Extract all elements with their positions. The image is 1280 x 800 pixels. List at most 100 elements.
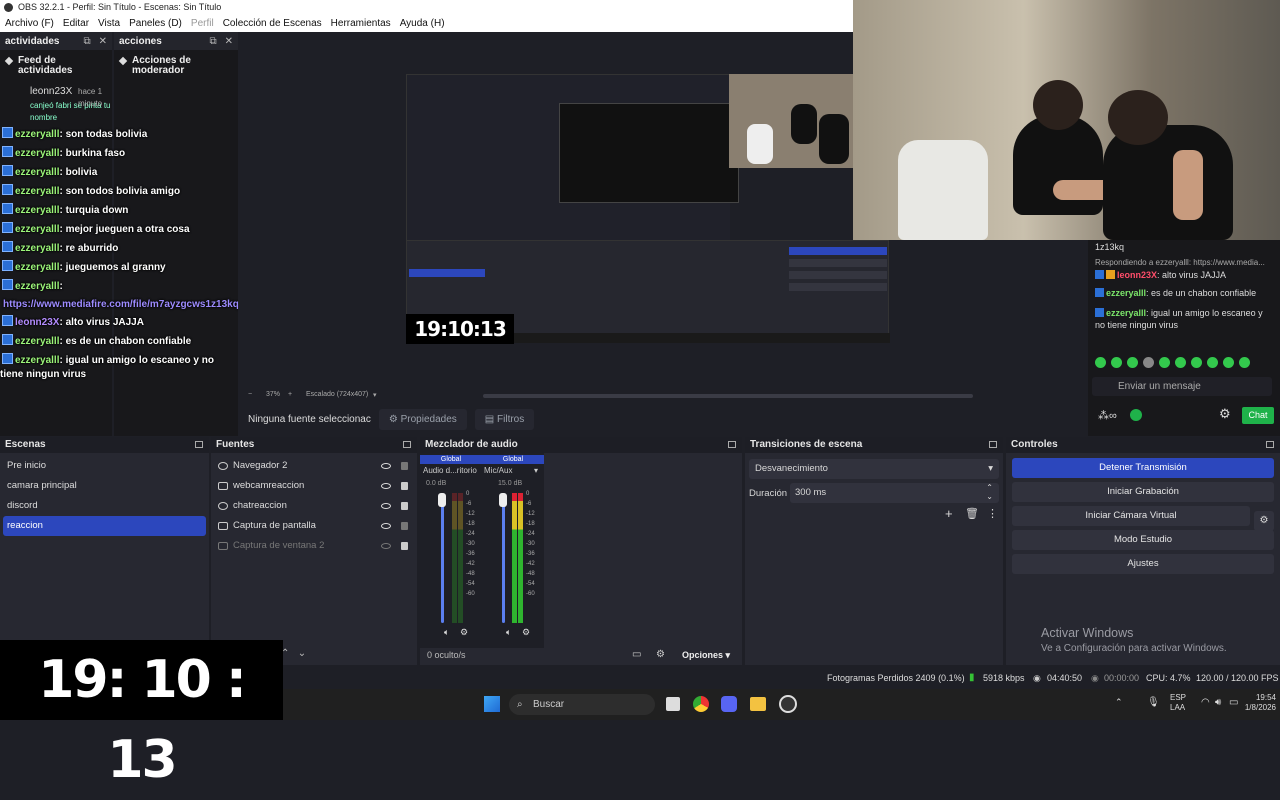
- add-transition-icon[interactable]: +: [945, 506, 953, 521]
- options-button[interactable]: Opciones ▾: [682, 650, 730, 661]
- chevron-down-icon[interactable]: ▾: [373, 391, 377, 399]
- horizontal-scrollbar[interactable]: [483, 394, 973, 398]
- emote-icon[interactable]: [1207, 357, 1218, 368]
- delete-transition-icon[interactable]: 🗑︎: [965, 507, 979, 520]
- volume-fader[interactable]: [502, 493, 505, 623]
- channel-settings-icon[interactable]: ⚙: [460, 627, 468, 638]
- emote-icon[interactable]: [1191, 357, 1202, 368]
- spinner-icon[interactable]: ⌃ ⌄: [986, 483, 993, 501]
- task-view-icon[interactable]: [666, 697, 680, 711]
- menu-archivo[interactable]: Archivo (F): [5, 18, 54, 29]
- scene-item[interactable]: Pre inicio: [0, 456, 209, 476]
- settings-gear-icon[interactable]: ⚙: [1219, 406, 1231, 422]
- float-icon[interactable]: ⧉: [83, 36, 90, 47]
- wifi-icon[interactable]: ◠: [1201, 697, 1210, 708]
- volume-icon[interactable]: 🔊︎: [1215, 697, 1221, 708]
- emote-icon[interactable]: [1159, 357, 1170, 368]
- scroll-arrows[interactable]: ⌃ ⌄: [281, 648, 306, 659]
- menu-perfil[interactable]: Perfil: [191, 18, 214, 29]
- menu-coleccion-escenas[interactable]: Colección de Escenas: [223, 18, 322, 29]
- float-icon[interactable]: ⧉: [209, 36, 216, 47]
- duration-input[interactable]: 300 ms ⌃ ⌄: [790, 483, 999, 503]
- emote-icon[interactable]: [1223, 357, 1234, 368]
- webcam-feed: [853, 0, 1280, 240]
- layout-icon[interactable]: ▭: [632, 649, 641, 660]
- source-item[interactable]: Captura de pantalla: [211, 516, 417, 536]
- discord-icon[interactable]: [721, 696, 737, 712]
- properties-button[interactable]: ⚙ Propiedades: [378, 409, 467, 430]
- scene-item[interactable]: camara principal: [0, 476, 209, 496]
- float-icon[interactable]: [728, 441, 736, 448]
- visibility-icon[interactable]: [381, 503, 391, 509]
- channel-settings-icon[interactable]: ⚙: [522, 627, 530, 638]
- zoom-in-icon[interactable]: +: [288, 391, 292, 398]
- start-recording-button[interactable]: Iniciar Grabación: [1012, 482, 1274, 502]
- source-item[interactable]: chatreaccion: [211, 496, 417, 516]
- lock-icon[interactable]: [401, 542, 408, 550]
- language-indicator[interactable]: ESP LAA: [1170, 693, 1186, 713]
- channel-points-icon[interactable]: [1130, 409, 1142, 421]
- chevron-up-icon[interactable]: ⌃: [1115, 697, 1123, 708]
- chat-send-button[interactable]: Chat: [1242, 407, 1274, 424]
- float-icon[interactable]: [989, 441, 997, 448]
- emote-icon[interactable]: [1127, 357, 1138, 368]
- fader-knob[interactable]: [499, 493, 507, 507]
- transition-select[interactable]: Desvanecimiento ▾: [749, 459, 999, 479]
- settings-button[interactable]: Ajustes: [1012, 554, 1274, 574]
- bits-icon[interactable]: ⁂∞: [1098, 409, 1117, 422]
- source-item[interactable]: Navegador 2: [211, 456, 417, 476]
- volume-fader[interactable]: [441, 493, 444, 623]
- mixer-settings-icon[interactable]: ⚙: [656, 649, 665, 660]
- float-icon[interactable]: [403, 441, 411, 448]
- lock-icon[interactable]: [401, 482, 408, 490]
- lock-icon[interactable]: [401, 522, 408, 530]
- emote-icon[interactable]: [1095, 357, 1106, 368]
- stop-streaming-button[interactable]: Detener Transmisión: [1012, 458, 1274, 478]
- gear-icon: ⚙: [388, 414, 401, 425]
- emote-icon[interactable]: [1143, 357, 1154, 368]
- virtual-camera-settings-icon[interactable]: ⚙: [1254, 511, 1274, 531]
- windows-start-icon[interactable]: [484, 696, 500, 712]
- menu-vista[interactable]: Vista: [98, 18, 120, 29]
- system-clock[interactable]: 19:54 1/8/2026: [1236, 693, 1276, 713]
- lock-icon[interactable]: [401, 462, 408, 470]
- speaker-icon[interactable]: 🔈︎: [506, 627, 511, 638]
- menu-herramientas[interactable]: Herramientas: [331, 18, 391, 29]
- menu-paneles[interactable]: Paneles (D): [129, 18, 182, 29]
- source-item[interactable]: Captura de ventana 2: [211, 536, 417, 556]
- chat-input[interactable]: Enviar un mensaje: [1092, 377, 1272, 396]
- chat-link[interactable]: https://www.mediafire.com/file/m7ayzgcws…: [0, 296, 239, 313]
- filters-button[interactable]: ▤ Filtros: [474, 409, 535, 430]
- visibility-icon[interactable]: [381, 483, 391, 489]
- microphone-icon[interactable]: 🎙︎: [1147, 697, 1160, 708]
- scene-item[interactable]: discord: [0, 496, 209, 516]
- menu-editar[interactable]: Editar: [63, 18, 89, 29]
- speaker-icon[interactable]: 🔈︎: [444, 627, 449, 638]
- emote-icon[interactable]: [1239, 357, 1250, 368]
- channel-menu-icon[interactable]: ▾: [534, 466, 538, 475]
- zoom-out-icon[interactable]: −: [248, 391, 252, 398]
- scene-item-selected[interactable]: reaccion: [3, 516, 206, 536]
- float-icon[interactable]: [195, 441, 203, 448]
- more-options-icon[interactable]: ⋮: [987, 507, 998, 520]
- level-meter: [512, 493, 517, 623]
- close-icon[interactable]: ✕: [99, 36, 107, 47]
- chrome-icon[interactable]: [693, 696, 709, 712]
- emote-icon[interactable]: [1111, 357, 1122, 368]
- visibility-off-icon[interactable]: [381, 543, 391, 549]
- source-toolbar: Ninguna fuente seleccionac ⚙ Propiedades…: [238, 404, 1088, 435]
- visibility-icon[interactable]: [381, 463, 391, 469]
- source-item[interactable]: webcamreaccion: [211, 476, 417, 496]
- menu-ayuda[interactable]: Ayuda (H): [400, 18, 445, 29]
- visibility-icon[interactable]: [381, 523, 391, 529]
- taskbar-search[interactable]: ⌕ Buscar: [509, 694, 655, 715]
- lock-icon[interactable]: [401, 502, 408, 510]
- start-virtual-camera-button[interactable]: Iniciar Cámara Virtual: [1012, 506, 1250, 526]
- studio-mode-button[interactable]: Modo Estudio: [1012, 530, 1274, 550]
- emote-icon[interactable]: [1175, 357, 1186, 368]
- fader-knob[interactable]: [438, 493, 446, 507]
- obs-taskbar-icon[interactable]: [779, 695, 797, 713]
- file-explorer-icon[interactable]: [750, 697, 766, 711]
- close-icon[interactable]: ✕: [225, 36, 233, 47]
- float-icon[interactable]: [1266, 441, 1274, 448]
